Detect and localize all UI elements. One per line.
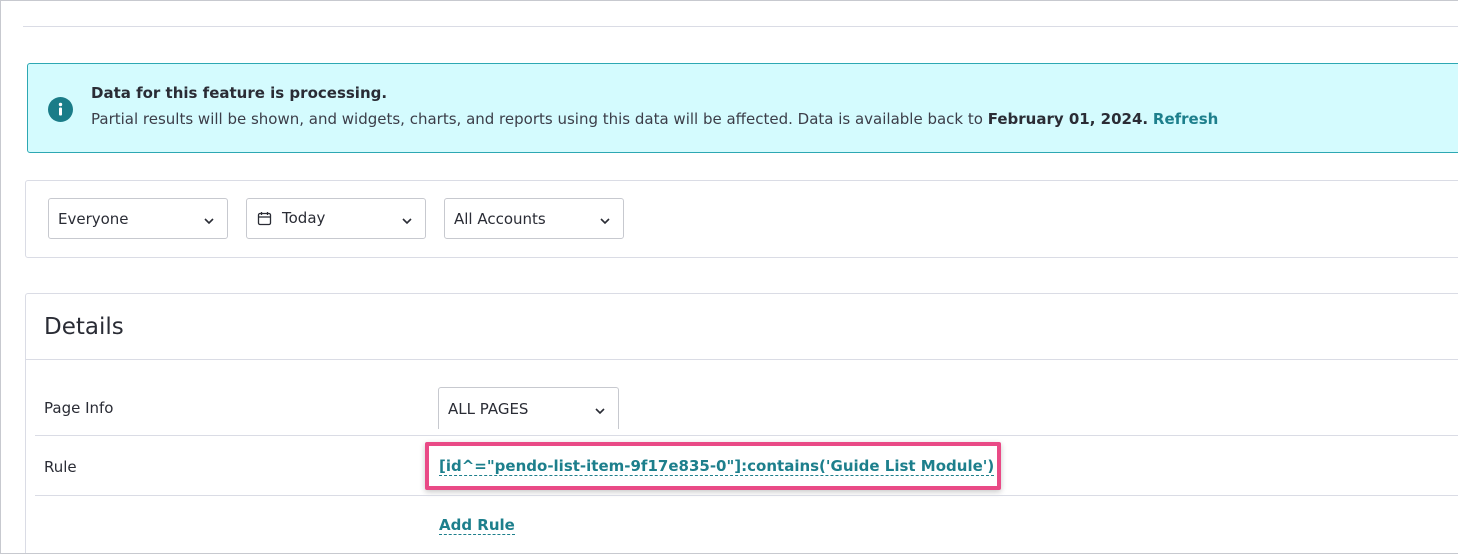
chevron-down-icon	[401, 213, 413, 231]
divider	[23, 26, 1458, 27]
chevron-down-icon	[594, 403, 606, 421]
page-select[interactable]: ALL PAGES	[438, 387, 619, 429]
rule-label: Rule	[44, 458, 77, 476]
chevron-down-icon	[599, 213, 611, 231]
rule-highlight: [id^="pendo-list-item-9f17e835-0"]:conta…	[425, 442, 1001, 490]
banner-message: Partial results will be shown, and widge…	[91, 110, 1218, 128]
banner-date: February 01, 2024.	[987, 110, 1149, 128]
details-header-divider	[26, 359, 1458, 360]
filter-bar: Everyone Today All Accounts	[25, 180, 1458, 258]
segment-select[interactable]: Everyone	[48, 198, 228, 239]
calendar-icon	[257, 211, 272, 230]
row-divider	[35, 435, 1458, 436]
details-panel: Details Page Info ALL PAGES Rule [id^="p…	[25, 293, 1458, 553]
details-title: Details	[44, 314, 124, 340]
banner-title: Data for this feature is processing.	[91, 84, 388, 102]
banner-message-text: Partial results will be shown, and widge…	[91, 110, 983, 128]
row-divider	[35, 495, 1458, 496]
page-info-label: Page Info	[44, 399, 114, 417]
date-range-select[interactable]: Today	[246, 198, 426, 239]
add-rule-link[interactable]: Add Rule	[439, 516, 515, 535]
segment-select-value: Everyone	[58, 210, 129, 228]
processing-banner: Data for this feature is processing. Par…	[27, 63, 1458, 153]
accounts-select-value: All Accounts	[454, 210, 546, 228]
info-icon	[48, 97, 73, 122]
accounts-select[interactable]: All Accounts	[444, 198, 624, 239]
rule-link[interactable]: [id^="pendo-list-item-9f17e835-0"]:conta…	[439, 457, 995, 476]
app-frame: Data for this feature is processing. Par…	[0, 0, 1458, 554]
chevron-down-icon	[203, 213, 215, 231]
refresh-link[interactable]: Refresh	[1153, 110, 1218, 128]
date-range-select-value: Today	[282, 209, 326, 227]
page-select-value: ALL PAGES	[448, 400, 529, 418]
